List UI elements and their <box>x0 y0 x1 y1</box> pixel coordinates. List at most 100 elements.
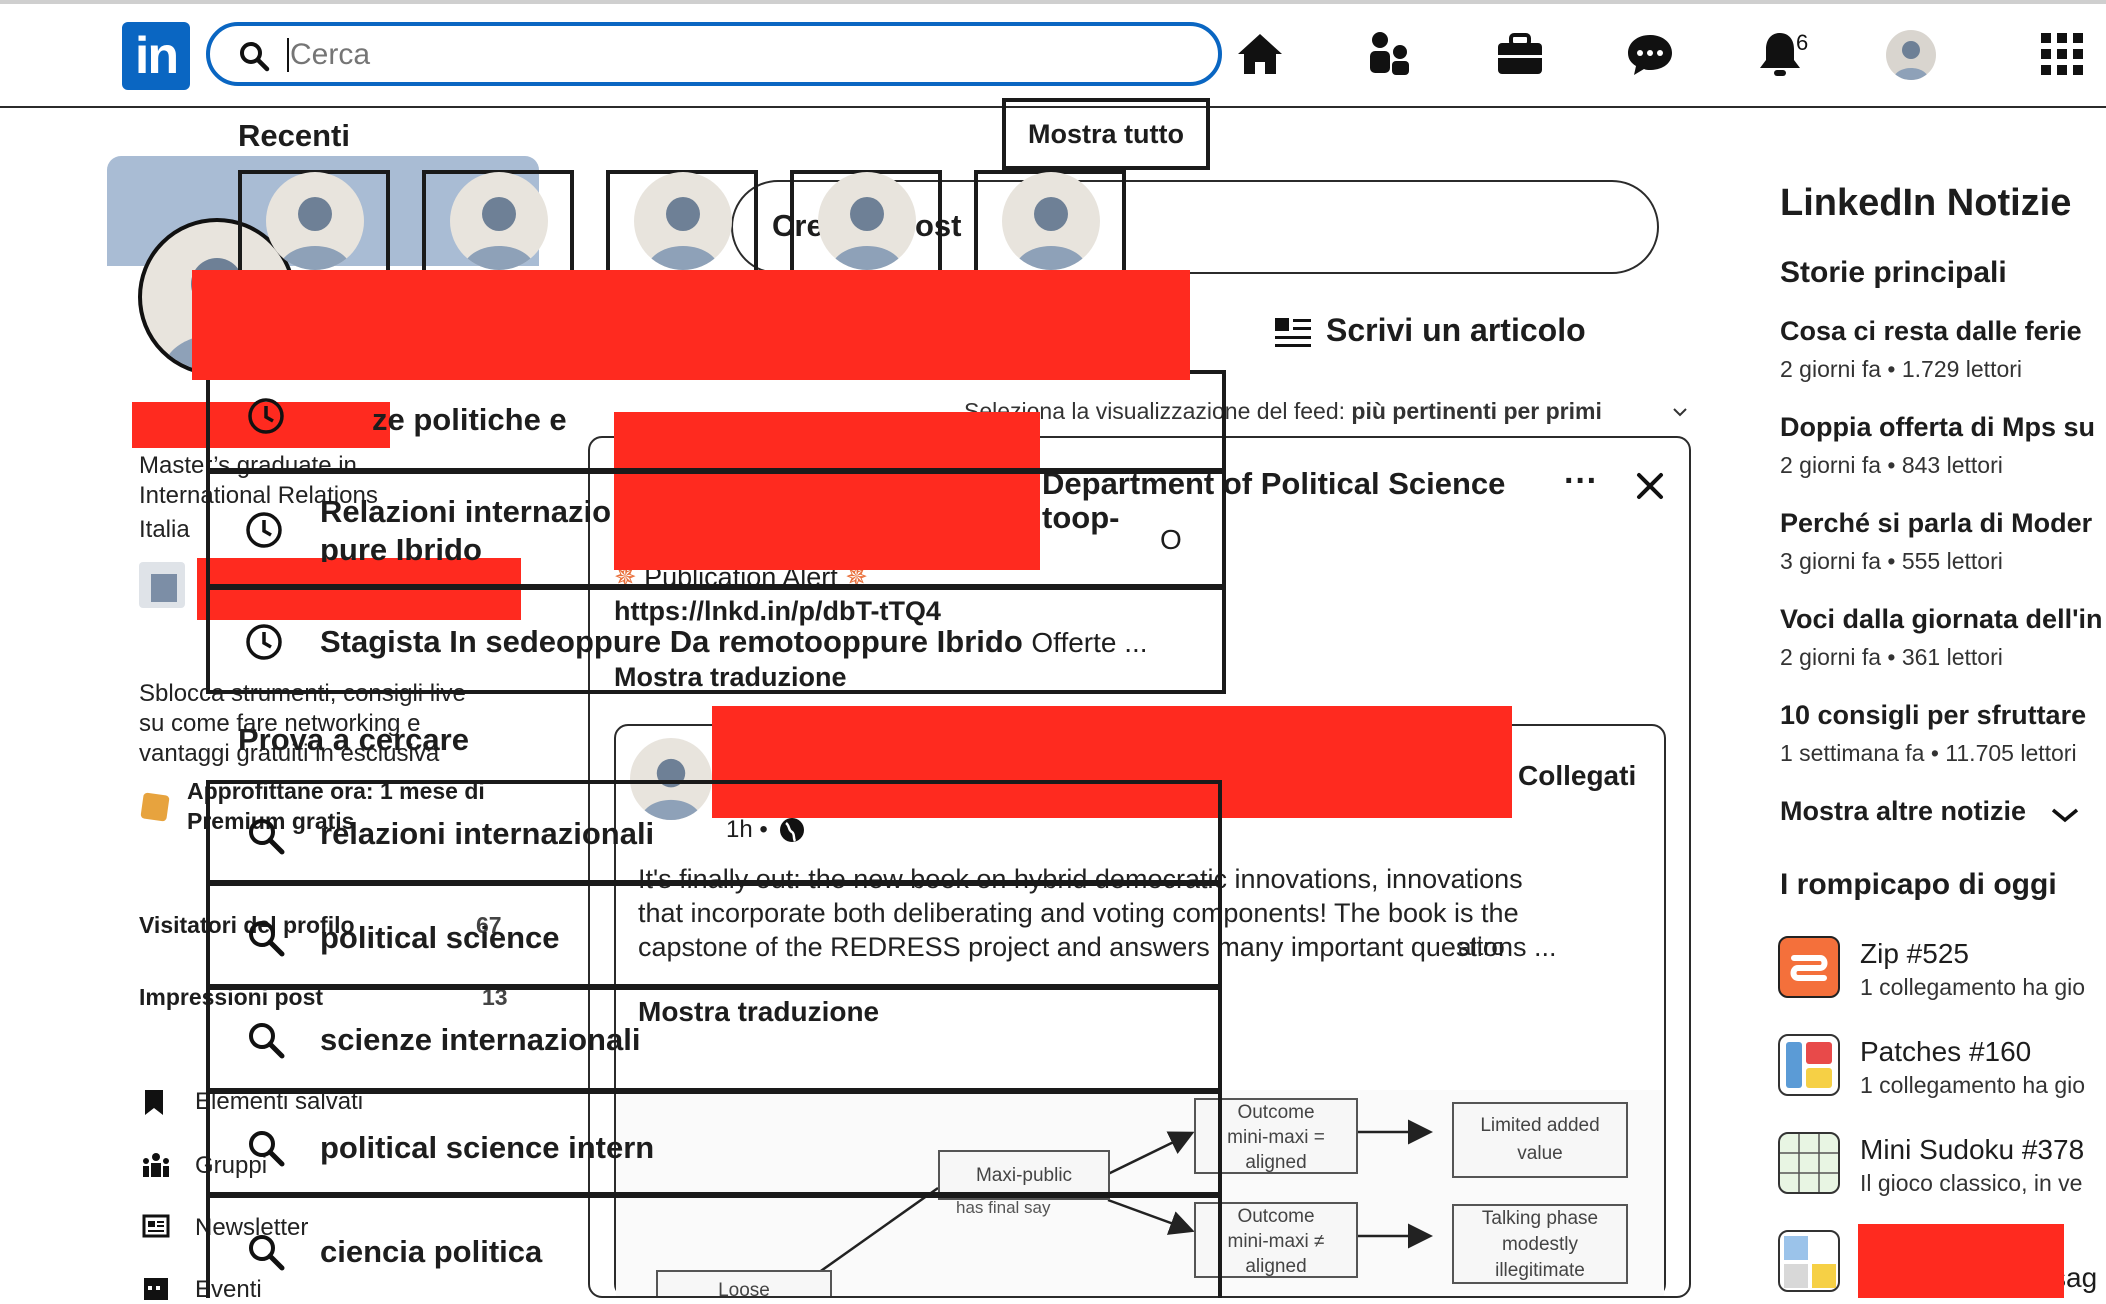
diagram-node-talking-phase: Talking phase modestly illegitimate <box>1452 1204 1628 1284</box>
post-meta: O <box>1160 524 1182 555</box>
search-icon <box>240 42 270 72</box>
clock-icon <box>246 512 282 548</box>
patches-game-icon[interactable] <box>1778 1034 1840 1096</box>
row-divider <box>206 984 1222 990</box>
recent-avatar-2 <box>450 172 548 270</box>
suggestion-1[interactable]: relazioni internazionali <box>320 816 654 852</box>
news-item-meta: 2 giorni fa • 1.729 lettori <box>1780 356 2023 382</box>
news-item-title[interactable]: Voci dalla giornata dell'in <box>1780 604 2102 635</box>
recent-search-3-text: Stagista In sedeoppure Da remotooppure I… <box>320 624 1023 659</box>
recent-avatar-4 <box>818 172 916 270</box>
news-title: LinkedIn Notizie <box>1780 182 2072 224</box>
suggestion-2[interactable]: political science <box>320 920 560 956</box>
person-icon <box>1014 197 1088 270</box>
zip-game-icon[interactable] <box>1778 936 1840 998</box>
post-link[interactable]: https://lnkd.in/p/dbT-tTQ4 <box>614 596 941 627</box>
dropdown-left-border <box>206 370 210 694</box>
recent-search-3[interactable]: Stagista In sedeoppure Da remotooppure I… <box>320 624 1148 660</box>
diagram-text: Limited added <box>1480 1115 1600 1136</box>
globe-icon <box>780 818 804 842</box>
events-link[interactable]: Eventi <box>195 1276 262 1304</box>
recent-avatar-3 <box>634 172 732 270</box>
feed-sort-value: più pertinenti per primi <box>1351 398 1602 424</box>
premium-icon <box>140 792 170 822</box>
try-searching-title: Prova a cercare <box>238 722 469 757</box>
write-article-link[interactable]: Scrivi un articolo <box>1326 312 1586 349</box>
company-logo <box>139 562 185 608</box>
messaging-icon[interactable] <box>1624 28 1676 80</box>
see-more-link[interactable]: altro <box>1458 934 1505 962</box>
search-icon <box>249 1131 285 1167</box>
post-time: 1h • <box>726 816 768 843</box>
post-options-button[interactable]: ··· <box>1564 462 1598 501</box>
news-item-meta: 2 giorni fa • 361 lettori <box>1780 644 2003 670</box>
dropdown-right-border <box>1222 370 1226 694</box>
window-top-edge <box>0 0 2106 4</box>
sudoku-grid-icon <box>1780 1134 1838 1192</box>
chevron-down-icon[interactable] <box>2050 806 2080 824</box>
redacted-post-author <box>712 706 1512 818</box>
row-divider <box>206 468 1226 474</box>
person-icon <box>1893 41 1929 80</box>
jobs-icon[interactable] <box>1494 28 1546 80</box>
suggestion-3[interactable]: scienze internazionali <box>320 1022 640 1058</box>
show-all-button[interactable]: Mostra tutto <box>1002 98 1210 170</box>
game-title[interactable]: Mini Sudoku #378 <box>1860 1134 2084 1166</box>
search-icon <box>249 1235 285 1271</box>
game-sub: Il gioco classico, in ve <box>1860 1170 2083 1196</box>
game-title[interactable]: Zip #525 <box>1860 938 1969 970</box>
me-avatar[interactable] <box>1886 30 1936 80</box>
news-item-title[interactable]: Cosa ci resta dalle ferie <box>1780 316 2082 347</box>
apps-grid-icon[interactable] <box>2036 28 2088 80</box>
network-icon[interactable] <box>1364 28 1416 80</box>
show-translation-button-2[interactable]: Mostra traduzione <box>638 996 879 1028</box>
news-item-title[interactable]: Perché si parla di Moder <box>1780 508 2092 539</box>
game-sub: 1 collegamento ha gio <box>1860 974 2086 1000</box>
recent-search-2-line2[interactable]: pure Ibrido <box>320 532 482 562</box>
recent-search-1[interactable]: ze politiche e <box>372 402 567 438</box>
sudoku-game-icon[interactable] <box>1778 1132 1840 1194</box>
person-icon <box>462 197 536 270</box>
premium-promo-text: Sblocca strumenti, consigli live <box>139 680 466 707</box>
news-item-title[interactable]: 10 consigli per sfruttare <box>1780 700 2086 731</box>
redacted-recent-names <box>192 270 1190 380</box>
person-icon <box>278 197 352 270</box>
diagram-text: modestly <box>1501 1234 1579 1255</box>
person-icon <box>646 197 720 270</box>
recent-title: Recenti <box>238 118 350 153</box>
row-divider <box>206 780 1222 784</box>
game-title[interactable]: Patches #160 <box>1860 1036 2031 1068</box>
profile-headline: Master’s graduate in <box>139 452 357 479</box>
tango-game-icon[interactable] <box>1778 1230 1840 1292</box>
home-icon[interactable] <box>1234 28 1286 80</box>
row-divider <box>206 1088 1222 1094</box>
diagram-text: value <box>1517 1143 1563 1164</box>
newsletter-icon <box>142 1214 170 1238</box>
post-author-avatar[interactable] <box>630 738 712 820</box>
connect-button[interactable]: Collegati <box>1518 760 1636 792</box>
recent-search-3-suffix: Offerte ... <box>1031 627 1148 658</box>
recent-avatar-1 <box>266 172 364 270</box>
suggestion-right-border <box>1218 780 1222 1298</box>
show-translation-button[interactable]: Mostra traduzione <box>614 662 847 693</box>
suggestion-5[interactable]: ciencia politica <box>320 1234 542 1270</box>
feed-sort-selector[interactable]: Seleziona la visualizzazione del feed: p… <box>964 398 1602 425</box>
close-icon[interactable] <box>1636 472 1664 500</box>
show-more-news-button[interactable]: Mostra altre notizie <box>1780 796 2026 827</box>
puzzles-heading: I rompicapo di oggi <box>1780 868 2057 901</box>
groups-icon <box>143 1153 169 1177</box>
notifications-badge: 6 <box>1796 30 1809 55</box>
recent-search-2[interactable]: Relazioni internazio <box>320 494 611 530</box>
search-input[interactable] <box>288 32 1192 78</box>
chevron-down-icon[interactable] <box>1672 406 1688 418</box>
redacted-game-info <box>1858 1224 2064 1298</box>
suggestion-4[interactable]: political science intern <box>320 1130 654 1166</box>
news-item-meta: 3 giorni fa • 555 lettori <box>1780 548 2003 574</box>
news-item-title[interactable]: Doppia offerta di Mps su <box>1780 412 2095 443</box>
diagram-node-maxi-public-sub: has final say <box>956 1198 1051 1217</box>
linkedin-logo[interactable]: in <box>122 22 190 90</box>
recent-avatar-5 <box>1002 172 1100 270</box>
row-divider <box>206 584 1226 590</box>
bookmark-icon <box>145 1090 163 1115</box>
game-sub: 1 collegamento ha gio <box>1860 1072 2086 1098</box>
